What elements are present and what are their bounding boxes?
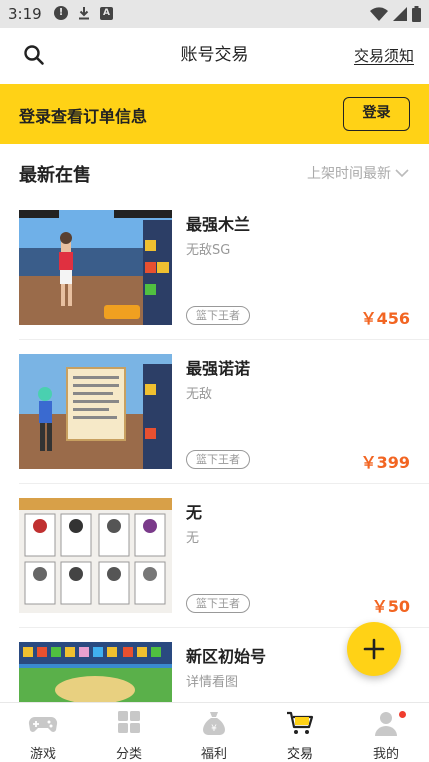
login-button[interactable]: 登录 xyxy=(343,97,410,131)
tab-categories[interactable]: 分类 xyxy=(86,703,172,762)
gamepad-icon xyxy=(28,716,58,732)
chevron-down-icon xyxy=(395,169,409,178)
listing-thumbnail[interactable] xyxy=(19,210,172,325)
listing-title: 最强诺诺 xyxy=(186,359,251,378)
listing-item[interactable]: 无 无 篮下王者 ￥50 xyxy=(0,484,429,628)
status-time: 3:19 xyxy=(8,5,42,23)
listing-thumbnail[interactable] xyxy=(19,642,172,702)
listing-subtitle: 详情看图 xyxy=(186,675,239,690)
battery-icon xyxy=(412,6,421,22)
tab-welfare[interactable]: ¥ 福利 xyxy=(171,703,257,762)
listing-price: ￥50 xyxy=(371,597,410,616)
sort-label: 上架时间最新 xyxy=(307,166,391,182)
listing-tag: 篮下王者 xyxy=(186,594,250,613)
wifi-icon xyxy=(370,6,388,21)
tab-mine[interactable]: 我的 xyxy=(343,703,429,762)
listing-thumbnail[interactable] xyxy=(19,354,172,469)
listing-item[interactable]: 最强诺诺 无敌 篮下王者 ￥399 xyxy=(0,340,429,484)
listing-title: 无 xyxy=(186,503,203,522)
sort-dropdown[interactable]: 上架时间最新 xyxy=(307,163,409,183)
tab-label: 福利 xyxy=(200,747,227,762)
login-prompt-text: 登录查看订单信息 xyxy=(19,107,148,126)
tab-label: 我的 xyxy=(372,747,399,762)
listing-price: ￥456 xyxy=(360,309,410,328)
tab-games[interactable]: 游戏 xyxy=(0,703,86,762)
post-listing-button[interactable] xyxy=(347,622,401,676)
listing-subtitle: 无敌SG xyxy=(186,243,231,258)
gift-bag-icon: ¥ xyxy=(203,712,225,735)
alert-circle-icon: ! xyxy=(54,6,68,20)
listing-subtitle: 无 xyxy=(186,531,200,546)
grid-icon xyxy=(118,711,140,733)
notification-dot xyxy=(399,711,406,718)
signal-icon xyxy=(393,6,407,21)
user-icon xyxy=(375,712,397,736)
listing-subtitle: 无敌 xyxy=(186,387,213,402)
listing-title: 最强木兰 xyxy=(186,215,251,234)
download-icon xyxy=(79,7,89,20)
tab-label: 游戏 xyxy=(29,747,56,762)
listing-title: 新区初始号 xyxy=(186,647,267,666)
listing-item[interactable]: 最强木兰 无敌SG 篮下王者 ￥456 xyxy=(0,196,429,340)
login-banner: 登录查看订单信息 登录 xyxy=(0,84,429,144)
section-header: 最新在售 上架时间最新 xyxy=(0,148,429,196)
tab-label: 交易 xyxy=(286,747,313,762)
tab-trade[interactable]: 交易 xyxy=(257,703,343,762)
tab-label: 分类 xyxy=(115,747,142,762)
svg-text:¥: ¥ xyxy=(211,724,217,734)
search-icon[interactable] xyxy=(22,43,46,67)
plus-icon xyxy=(363,638,385,660)
trade-notice-link[interactable]: 交易须知 xyxy=(354,45,414,66)
cart-icon xyxy=(287,711,314,734)
a-badge-icon: A xyxy=(100,6,113,20)
listing-tag: 篮下王者 xyxy=(186,450,250,469)
bottom-tab-bar: 游戏 分类 ¥ 福利 交易 我的 xyxy=(0,702,429,762)
listing-thumbnail[interactable] xyxy=(19,498,172,613)
listing-tag: 篮下王者 xyxy=(186,306,250,325)
section-title: 最新在售 xyxy=(19,165,91,186)
listing-price: ￥399 xyxy=(360,453,410,472)
status-bar: 3:19 ! A xyxy=(0,0,429,28)
top-navbar: 账号交易 交易须知 xyxy=(0,28,429,84)
